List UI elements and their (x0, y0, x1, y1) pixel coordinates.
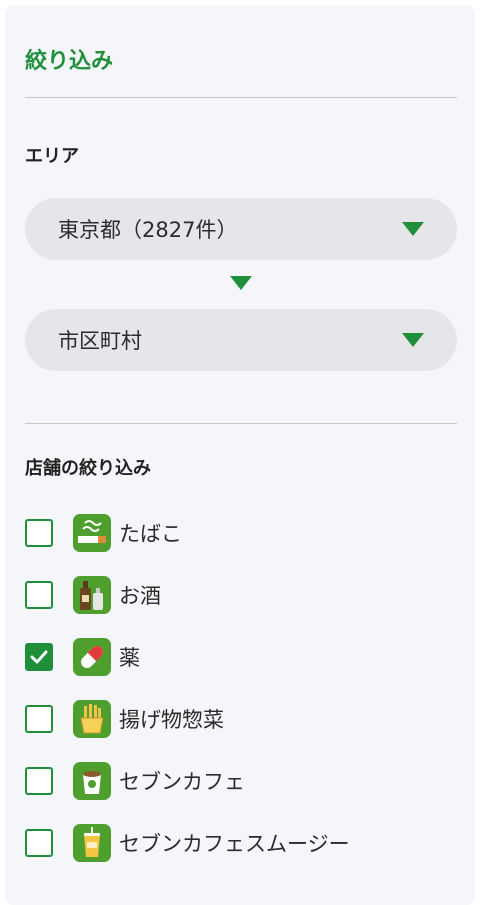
option-label: セブンカフェスムージー (119, 832, 350, 856)
fried-food-icon (73, 700, 111, 738)
shop-option-list: たばこ お酒 薬 揚げ物惣菜 セブンカフェ セブンカフェスムージー (25, 502, 457, 874)
liquor-checkbox[interactable] (25, 581, 53, 609)
city-select[interactable]: 市区町村 (25, 309, 457, 371)
option-label: お酒 (119, 584, 161, 608)
checkmark-icon (30, 650, 48, 664)
option-tobacco[interactable]: たばこ (25, 502, 457, 564)
option-seven-cafe[interactable]: セブンカフェ (25, 750, 457, 812)
seven-cafe-smoothie-checkbox[interactable] (25, 829, 53, 857)
area-label: エリア (25, 146, 79, 167)
seven-cafe-checkbox[interactable] (25, 767, 53, 795)
dropdown-triangle-icon (402, 333, 424, 347)
option-label: 揚げ物惣菜 (119, 708, 224, 732)
prefecture-select-value: 東京都（2827件） (58, 218, 238, 242)
divider (25, 97, 457, 98)
cigarette-icon (73, 514, 111, 552)
down-arrow-icon (230, 276, 252, 290)
medicine-checkbox[interactable] (25, 643, 53, 671)
shop-filter-label: 店舗の絞り込み (25, 458, 151, 479)
option-medicine[interactable]: 薬 (25, 626, 457, 688)
filter-panel: 絞り込み エリア 東京都（2827件） 市区町村 店舗の絞り込み たばこ お酒 … (5, 5, 475, 905)
option-label: 薬 (119, 646, 140, 670)
coffee-cup-icon (73, 762, 111, 800)
option-seven-cafe-smoothie[interactable]: セブンカフェスムージー (25, 812, 457, 874)
smoothie-cup-icon (73, 824, 111, 862)
liquor-bottles-icon (73, 576, 111, 614)
capsule-icon (73, 638, 111, 676)
tobacco-checkbox[interactable] (25, 519, 53, 547)
panel-title: 絞り込み (25, 49, 114, 74)
prefecture-select[interactable]: 東京都（2827件） (25, 198, 457, 260)
option-liquor[interactable]: お酒 (25, 564, 457, 626)
option-label: セブンカフェ (119, 770, 245, 794)
fried-food-checkbox[interactable] (25, 705, 53, 733)
dropdown-triangle-icon (402, 222, 424, 236)
city-select-value: 市区町村 (58, 329, 142, 353)
divider (25, 423, 457, 424)
option-fried-food[interactable]: 揚げ物惣菜 (25, 688, 457, 750)
option-label: たばこ (119, 522, 182, 546)
